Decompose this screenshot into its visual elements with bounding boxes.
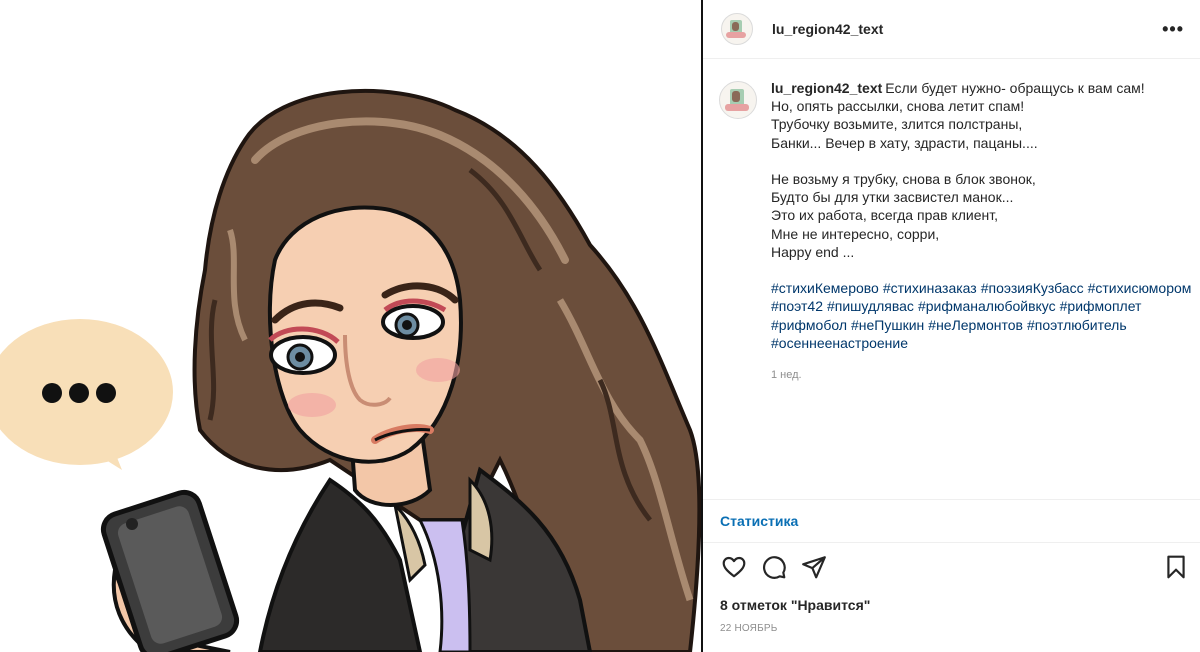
post-image[interactable]: [0, 0, 701, 652]
caption-line: Банки... Вечер в хату, здрасти, пацаны..…: [771, 134, 1038, 151]
hashtag-link[interactable]: #осеннеенастроение: [771, 335, 908, 351]
post-caption: lu_region42_text Если будет нужно- обращу…: [703, 59, 1200, 384]
bookmark-icon[interactable]: [1163, 554, 1189, 580]
hashtag-line: #осеннеенастроение: [771, 334, 1191, 352]
comment-icon[interactable]: [761, 554, 787, 580]
bitmoji-illustration: [0, 88, 701, 652]
hashtag-line: #рифмобол #неПушкин #неЛермонтов #поэтлюбит…: [771, 316, 1191, 334]
hashtag-link[interactable]: #неПушкин: [851, 317, 924, 333]
more-horizontal-icon[interactable]: •••: [1162, 20, 1184, 38]
hashtag-link[interactable]: #стихисюмором: [1088, 280, 1192, 296]
hashtag-link[interactable]: #рифманалюбойвкус: [918, 298, 1056, 314]
statistics-link[interactable]: Статистика: [720, 513, 798, 529]
hashtag-link[interactable]: #рифмобол: [771, 317, 847, 333]
hashtag-line: #поэт42 #пишудлявас #рифманалюбойвкус #рифм…: [771, 297, 1191, 315]
hashtag-link[interactable]: #рифмоплет: [1060, 298, 1142, 314]
caption-line: Не возьму я трубку, снова в блок звонок,: [771, 171, 1036, 187]
caption-line: lu_region42_text Если будет нужно- обращу…: [771, 79, 1191, 97]
caption-avatar[interactable]: [719, 81, 757, 119]
post-header: lu_region42_text •••: [703, 0, 1200, 59]
action-bar: [703, 548, 1200, 588]
speech-bubble: [0, 319, 173, 470]
caption-line: Это их работа, всегда прав клиент,: [771, 207, 999, 224]
caption-line: Мне не интересно, сорри,: [771, 225, 940, 242]
phone-in-hand: [100, 489, 240, 652]
comments-area: lu_region42_text Если будет нужно- обращу…: [703, 59, 1200, 499]
hashtag-link[interactable]: #поэтлюбитель: [1027, 317, 1127, 333]
post-side-panel: lu_region42_text ••• lu_region42_text Есл…: [703, 0, 1200, 652]
hashtag-link[interactable]: #поэт42: [771, 298, 823, 314]
hashtag-link[interactable]: #поэзияКузбасс: [981, 280, 1084, 296]
hashtag-link[interactable]: #неЛермонтов: [928, 317, 1023, 333]
caption-line: Happy end ...: [771, 243, 855, 260]
heart-icon[interactable]: [721, 554, 747, 580]
post-date[interactable]: 22 НОЯБРЬ: [720, 623, 778, 634]
caption-text: Если будет нужно- обращусь к вам сам!: [885, 80, 1145, 96]
hashtag-link[interactable]: #стихиКемерово: [771, 280, 879, 296]
likes-count[interactable]: 8 отметок "Нравится": [720, 597, 870, 613]
caption-time[interactable]: 1 нед.: [771, 366, 1191, 384]
caption-line: Но, опять рассылки, снова летит спам!: [771, 98, 1025, 115]
hashtag-link[interactable]: #стихиназаказ: [883, 280, 977, 296]
caption-username[interactable]: lu_region42_text: [771, 80, 882, 96]
caption-line: Будто бы для утки засвистел манок...: [771, 189, 1014, 206]
author-username[interactable]: lu_region42_text: [772, 21, 1162, 37]
caption-body: lu_region42_text Если будет нужно- обращу…: [771, 79, 1191, 384]
statistics-row: Статистика: [703, 499, 1200, 543]
author-avatar[interactable]: [721, 13, 753, 45]
paper-plane-icon[interactable]: [801, 554, 827, 580]
hashtag-line: #стихиКемерово #стихиназаказ #поэзияКузбас…: [771, 279, 1191, 297]
caption-line: Трубочку возьмите, злится полстраны,: [771, 116, 1023, 133]
instagram-post: lu_region42_text ••• lu_region42_text Есл…: [0, 0, 1200, 652]
hashtag-link[interactable]: #пишудлявас: [827, 298, 914, 314]
